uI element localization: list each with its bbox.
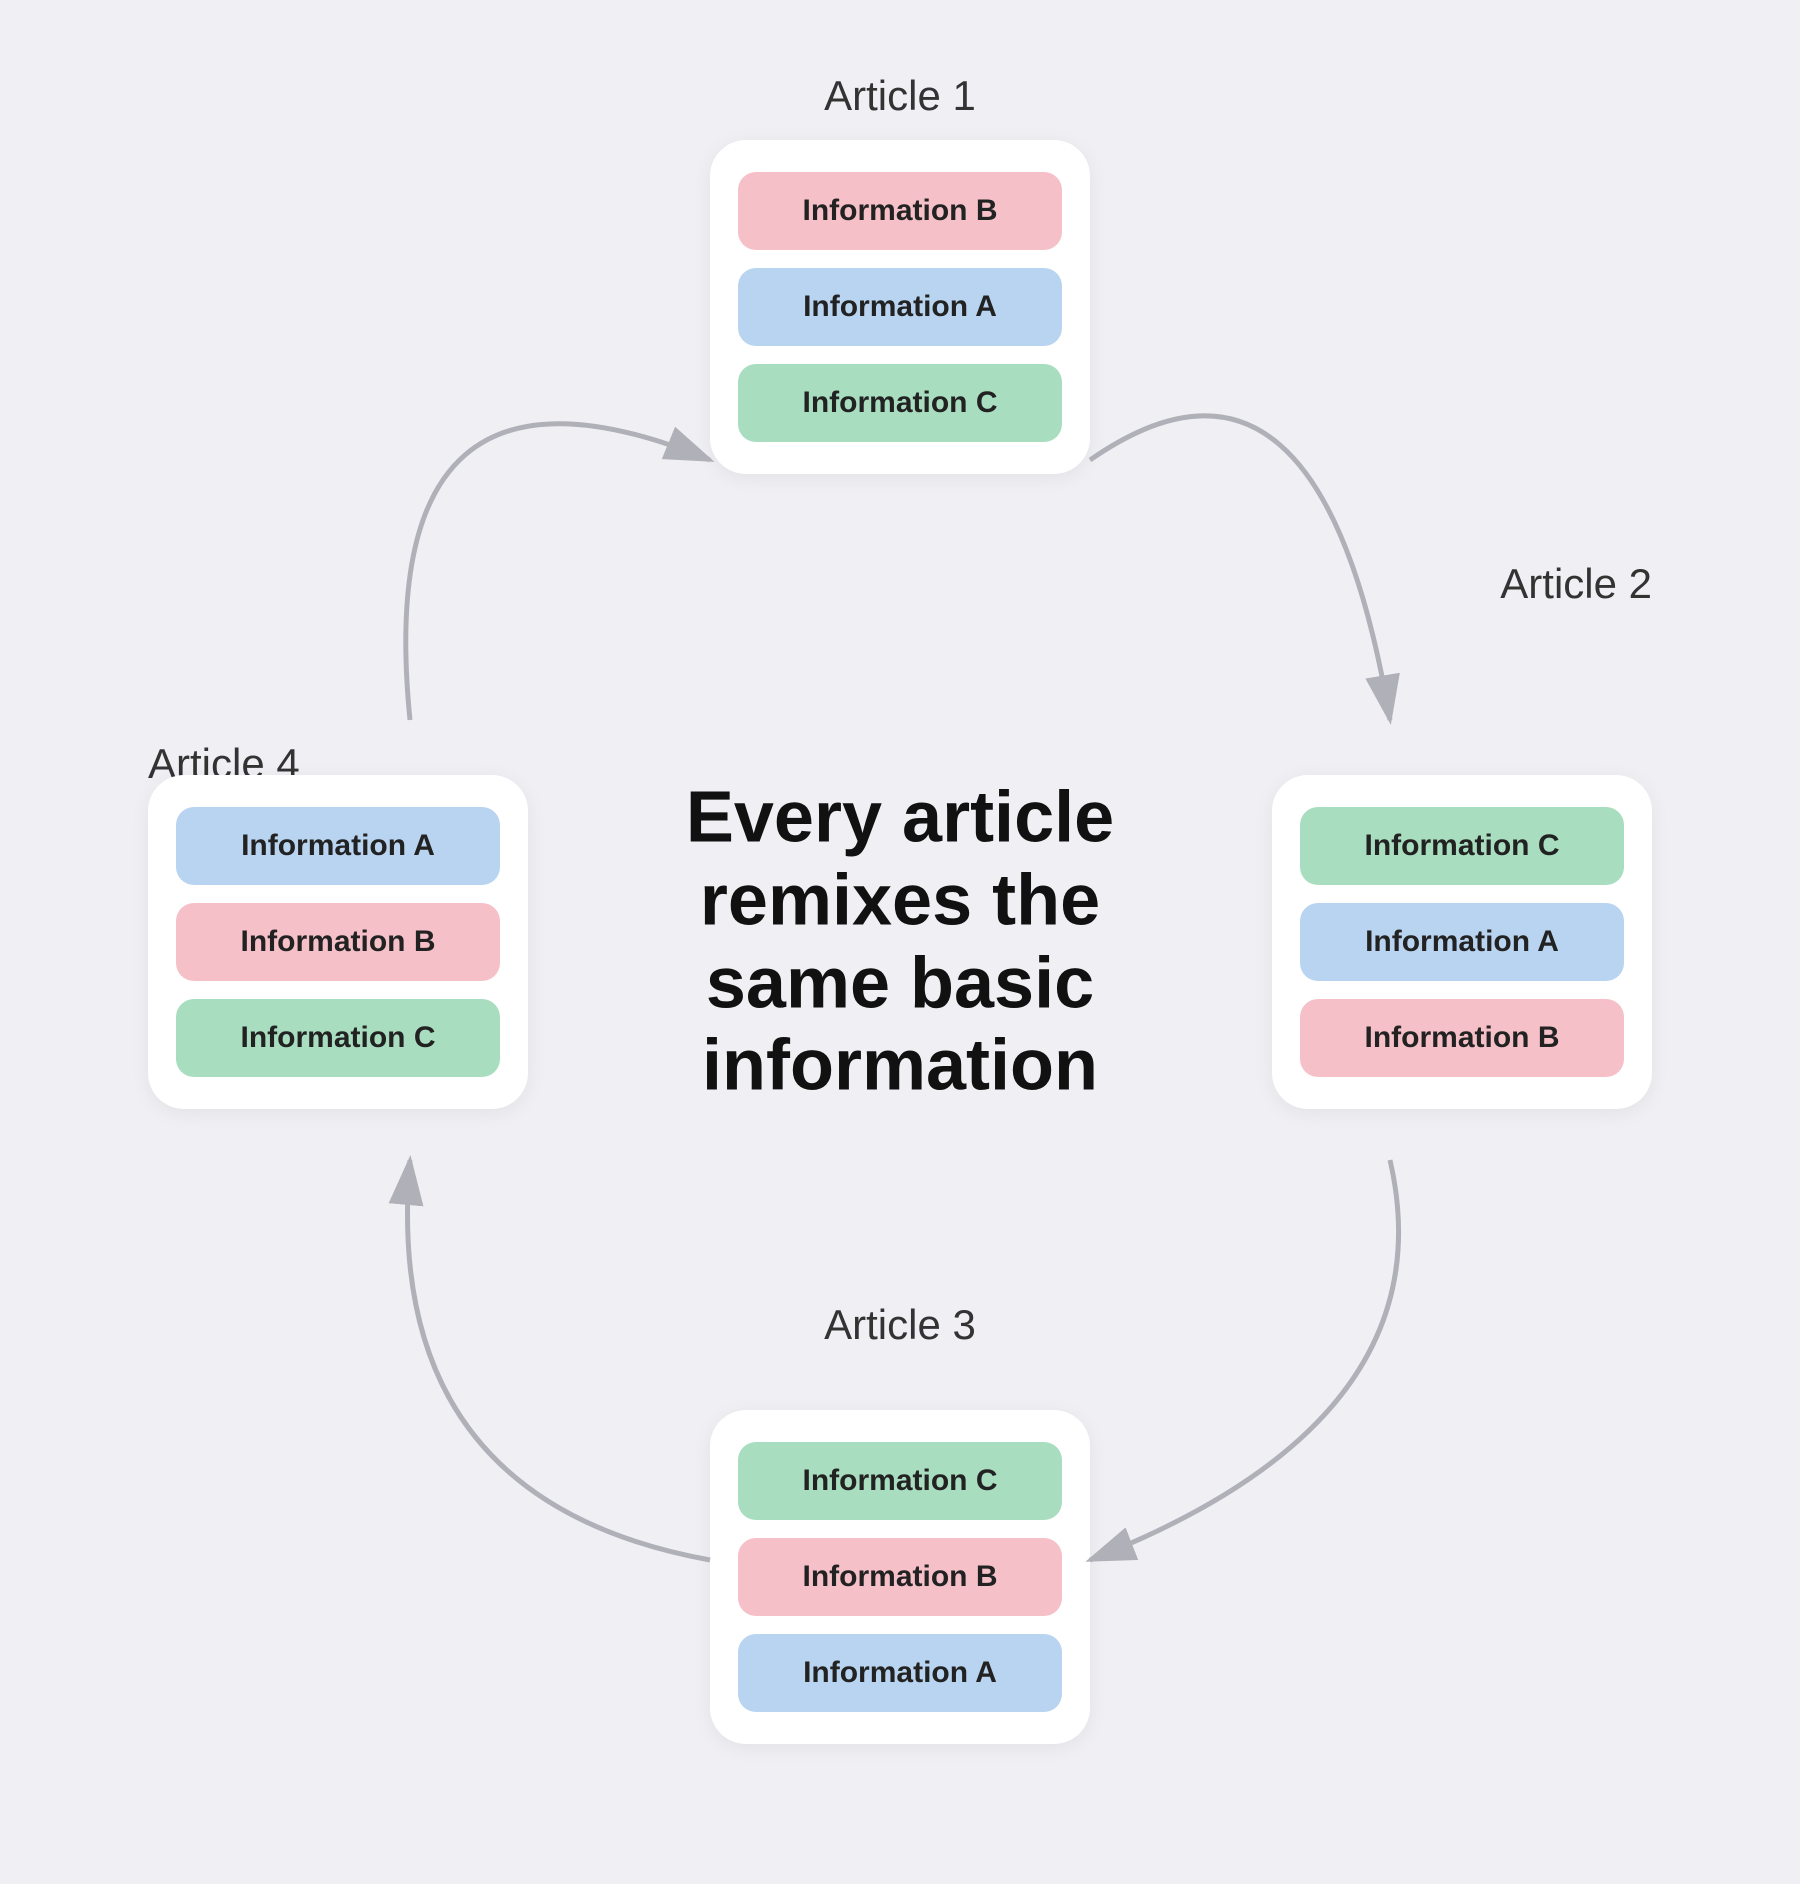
- article4-item-3: Information C: [176, 999, 500, 1077]
- article2-item-3: Information B: [1300, 999, 1624, 1077]
- article4-item-2: Information B: [176, 903, 500, 981]
- article4-box: Information A Information B Information …: [148, 775, 528, 1109]
- arrow-3-to-4: [408, 1160, 711, 1560]
- article1-item-1: Information B: [738, 172, 1062, 250]
- article3-item-2: Information B: [738, 1538, 1062, 1616]
- diagram-container: Every article remixes the same basic inf…: [0, 0, 1800, 1884]
- article2-item-2: Information A: [1300, 903, 1624, 981]
- article1-item-3: Information C: [738, 364, 1062, 442]
- article1-box: Information B Information A Information …: [710, 140, 1090, 474]
- arrow-2-to-3: [1090, 1160, 1399, 1560]
- article2-box: Information C Information A Information …: [1272, 775, 1652, 1109]
- article1-item-2: Information A: [738, 268, 1062, 346]
- article3-box: Information C Information B Information …: [710, 1410, 1090, 1744]
- article3-item-3: Information A: [738, 1634, 1062, 1712]
- center-text: Every article remixes the same basic inf…: [640, 776, 1160, 1107]
- article1-label: Article 1: [824, 72, 976, 120]
- arrow-4-to-1: [406, 424, 710, 720]
- article3-item-1: Information C: [738, 1442, 1062, 1520]
- article3-label: Article 3: [824, 1301, 976, 1349]
- article2-item-1: Information C: [1300, 807, 1624, 885]
- arrow-1-to-2: [1090, 416, 1390, 720]
- article2-label: Article 2: [1500, 560, 1652, 608]
- center-text-content: Every article remixes the same basic inf…: [686, 777, 1114, 1105]
- article4-item-1: Information A: [176, 807, 500, 885]
